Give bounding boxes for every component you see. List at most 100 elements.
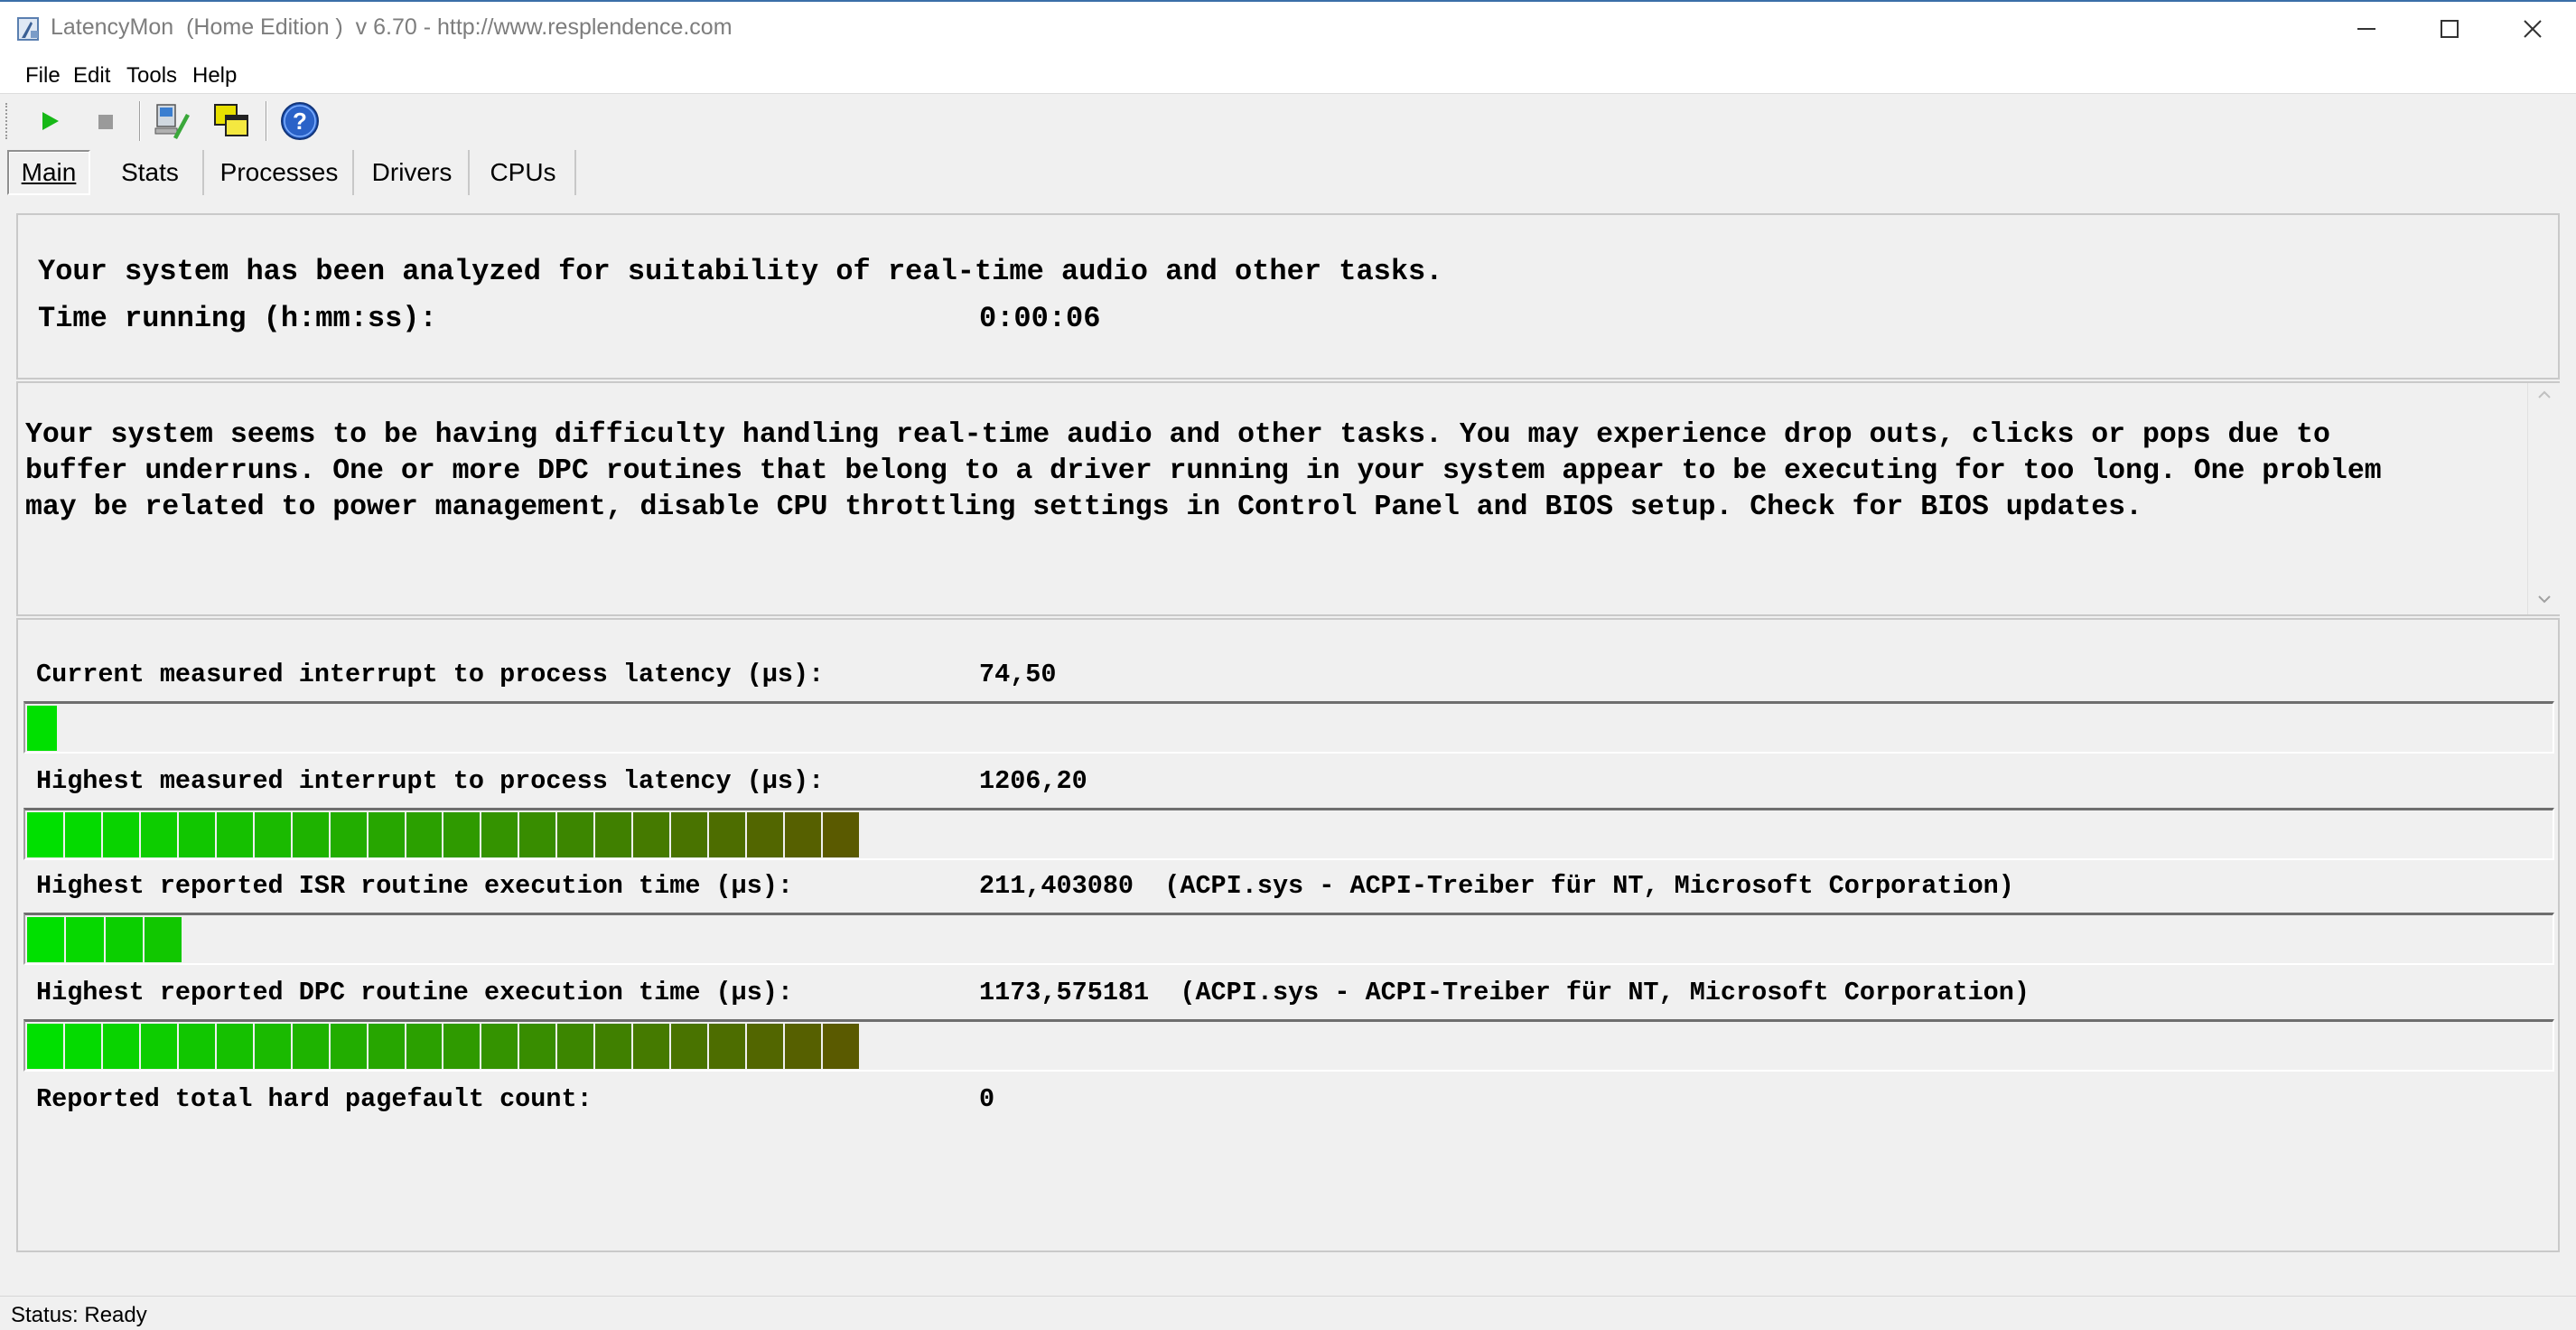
menu-help[interactable]: Help [192, 63, 237, 89]
tab-drivers[interactable]: Drivers [356, 150, 470, 195]
bar-segment [481, 812, 520, 857]
isr-time-label: Highest reported ISR routine execution t… [36, 871, 794, 901]
minimize-button[interactable] [2325, 2, 2408, 56]
menu-bar: File Edit Tools Help [0, 56, 2576, 94]
bar-segment [633, 1024, 672, 1069]
conclusion-line-3: may be related to power management, disa… [25, 492, 2142, 523]
close-button[interactable] [2491, 2, 2574, 56]
title-bar: LatencyMon (Home Edition ) v 6.70 - http… [0, 2, 2576, 56]
latencymon-window: LatencyMon (Home Edition ) v 6.70 - http… [0, 0, 2576, 1330]
start-button[interactable] [27, 99, 70, 143]
bar-segment [254, 812, 293, 857]
bar-segment [595, 812, 634, 857]
tab-strip: Main Stats Processes Drivers CPUs [0, 146, 2576, 197]
bar-segment [216, 812, 255, 857]
tab-main-label: Main [21, 158, 77, 186]
bar-fill [27, 706, 59, 751]
bar-segment [27, 706, 59, 751]
bar-segment [27, 1024, 65, 1069]
conclusion-panel[interactable]: Your system seems to be having difficult… [16, 381, 2560, 616]
bar-segment [27, 917, 67, 962]
bar-segment [254, 1024, 293, 1069]
bar-segment [406, 1024, 444, 1069]
dpc-time-label: Highest reported DPC routine execution t… [36, 978, 794, 1007]
computer-button[interactable] [150, 99, 193, 143]
bar-segment [595, 1024, 634, 1069]
maximize-icon [2441, 20, 2459, 38]
bar-segment [481, 1024, 520, 1069]
bar-segment [671, 812, 710, 857]
pagefault-value: 0 [979, 1084, 995, 1114]
bar-fill [27, 1024, 861, 1069]
status-bar: Status: Ready [0, 1296, 2576, 1330]
tab-processes[interactable]: Processes [206, 150, 354, 195]
highest-latency-label: Highest measured interrupt to process la… [36, 766, 825, 796]
bar-fill [27, 917, 183, 962]
bar-segment [330, 812, 369, 857]
windows-icon [214, 104, 248, 136]
tab-cpus-label: CPUs [490, 158, 556, 186]
time-running-label: Time running (h:mm:ss): [38, 302, 437, 335]
bar-segment [709, 812, 748, 857]
status-text: Status: Ready [11, 1303, 147, 1327]
menu-tools[interactable]: Tools [126, 63, 177, 89]
menu-edit[interactable]: Edit [73, 63, 110, 89]
bar-fill [27, 812, 861, 857]
bar-segment [443, 1024, 482, 1069]
scroll-arrows [2538, 390, 2551, 604]
play-icon [42, 112, 59, 130]
bar-segment [27, 812, 65, 857]
summary-panel: Your system has been analyzed for suitab… [16, 213, 2560, 379]
tab-main[interactable]: Main [7, 150, 90, 195]
scroll-down-icon [2538, 595, 2551, 604]
bar-segment [747, 812, 786, 857]
conclusion-line-2: buffer underruns. One or more DPC routin… [25, 455, 2382, 487]
toolbar-grip[interactable] [5, 103, 9, 139]
current-latency-label: Current measured interrupt to process la… [36, 660, 825, 689]
tab-processes-label: Processes [219, 158, 339, 186]
bar-segment [557, 812, 596, 857]
window-title: LatencyMon (Home Edition ) v 6.70 - http… [51, 14, 733, 40]
windows-button[interactable] [210, 99, 253, 143]
bar-segment [144, 917, 183, 962]
bar-segment [671, 1024, 710, 1069]
maximize-button[interactable] [2408, 2, 2491, 56]
metrics-panel: Current measured interrupt to process la… [16, 618, 2560, 1252]
tab-cpus[interactable]: CPUs [471, 150, 576, 195]
bar-segment [292, 1024, 331, 1069]
stop-icon [98, 115, 113, 129]
computer-icon [154, 104, 190, 139]
conclusion-scrollbar[interactable] [2527, 383, 2560, 614]
minimize-icon [2357, 28, 2375, 30]
bar-segment [785, 1024, 824, 1069]
bar-segment [66, 917, 106, 962]
app-icon [17, 17, 39, 41]
bar-segment [102, 1024, 141, 1069]
bar-segment [557, 1024, 596, 1069]
bar-segment [140, 812, 179, 857]
svg-text:?: ? [293, 108, 307, 135]
bar-segment [292, 812, 331, 857]
bar-segment [633, 812, 672, 857]
close-icon [2524, 20, 2542, 38]
pagefault-label: Reported total hard pagefault count: [36, 1084, 593, 1114]
toolbar-separator [139, 101, 141, 141]
tab-drivers-label: Drivers [371, 158, 453, 186]
bar-segment [368, 812, 406, 857]
bar-segment [178, 812, 217, 857]
isr-time-value: 211,403080 (ACPI.sys - ACPI-Treiber für … [979, 871, 2014, 901]
bar-segment [406, 812, 444, 857]
bar-segment [368, 1024, 406, 1069]
bar-segment [823, 812, 861, 857]
menu-file[interactable]: File [25, 63, 61, 89]
stop-button[interactable] [83, 99, 126, 143]
bar-segment [216, 1024, 255, 1069]
bar-segment [178, 1024, 217, 1069]
tab-stats[interactable]: Stats [98, 150, 204, 195]
highest-latency-bar [23, 808, 2554, 860]
toolbar: ? [0, 94, 2576, 146]
bar-segment [785, 812, 824, 857]
current-latency-value: 74,50 [979, 660, 1057, 689]
help-button[interactable]: ? [278, 99, 322, 143]
help-icon: ? [281, 102, 319, 140]
